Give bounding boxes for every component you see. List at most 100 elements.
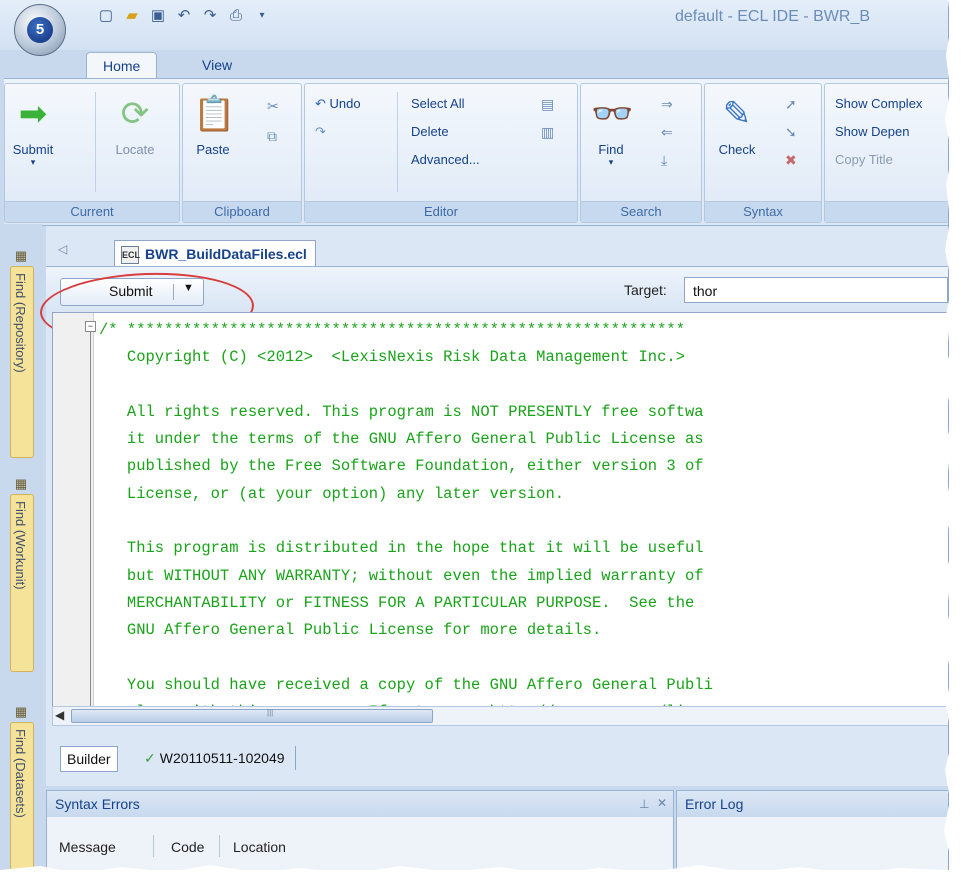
code-line[interactable]: Copyright (C) <2012> <LexisNexis Risk Da… (99, 344, 713, 371)
code-text[interactable]: /* *************************************… (99, 317, 713, 707)
chevron-down-icon[interactable]: ▼ (183, 282, 194, 294)
open-icon[interactable]: ▰ (122, 6, 142, 26)
code-line[interactable] (99, 645, 713, 672)
uncomment-icon[interactable]: ▥ (541, 124, 554, 141)
code-line[interactable] (99, 508, 713, 535)
check-button[interactable]: ✎ Check (713, 94, 761, 157)
column-location[interactable]: Location (233, 839, 286, 855)
dock-tab-find-datasets[interactable]: Find (Datasets) (10, 722, 34, 870)
print-icon[interactable]: ⎙ (226, 6, 246, 26)
find-label: Find (598, 142, 624, 157)
quick-access-toolbar: ▢ ▰ ▣ ↶ ↷ ⎙ ▾ (96, 6, 272, 26)
show-complexity-button[interactable]: Show Complex (835, 96, 922, 111)
tab-bwr-builddatafiles[interactable]: ECL BWR_BuildDataFiles.ecl (114, 240, 316, 267)
advanced-button[interactable]: Advanced... (411, 152, 480, 167)
next-error-icon[interactable]: ➚ (785, 96, 797, 113)
column-code[interactable]: Code (171, 839, 204, 855)
find-next-icon[interactable]: ⇒ (661, 96, 673, 113)
group-label-search: Search (581, 201, 701, 222)
code-editor[interactable]: − /* ***********************************… (52, 312, 948, 708)
application-menu-button[interactable]: 5 (14, 4, 66, 56)
code-line[interactable]: All rights reserved. This program is NOT… (99, 399, 713, 426)
code-line[interactable]: This program is distributed in the hope … (99, 535, 713, 562)
code-line[interactable] (99, 372, 713, 399)
copy-title-button[interactable]: Copy Title (835, 152, 893, 167)
dock-tab-label: Find (Workunit) (13, 501, 28, 590)
close-icon[interactable]: ✕ (657, 796, 667, 810)
group-current: ➡ Submit ▾ ⟳ Locate Current (4, 83, 180, 223)
code-line[interactable]: You should have received a copy of the G… (99, 672, 713, 699)
find-previous-icon[interactable]: ⇐ (661, 124, 673, 141)
undo-icon: ↶ (315, 96, 326, 111)
title-bar: 5 ▢ ▰ ▣ ↶ ↷ ⎙ ▾ default - ECL IDE - BWR_… (0, 0, 948, 56)
checkmark-icon: ✓ (144, 750, 156, 766)
syntax-errors-panel: Syntax Errors ⊥ ✕ Message Code Location (46, 790, 674, 870)
tab-scroll-left-icon[interactable]: ◁ (58, 242, 67, 256)
redo-button[interactable]: ↷ (315, 124, 326, 140)
code-line[interactable]: /* *************************************… (99, 317, 713, 344)
split-divider (173, 284, 174, 300)
group-editor: ↶ Undo ↷ Select All Delete Advanced... ▤… (304, 83, 578, 223)
undo-button[interactable]: ↶ Undo (315, 96, 361, 112)
select-all-button[interactable]: Select All (411, 96, 464, 111)
code-line[interactable]: but WITHOUT ANY WARRANTY; without even t… (99, 563, 713, 590)
tab-builder[interactable]: Builder (60, 746, 118, 772)
tab-view[interactable]: View (186, 52, 248, 78)
column-message[interactable]: Message (59, 839, 116, 855)
code-line[interactable]: License, or (at your option) any later v… (99, 481, 713, 508)
dock-tab-find-repository[interactable]: Find (Repository) (10, 266, 34, 458)
divider (95, 92, 96, 192)
target-select[interactable]: thor (684, 277, 948, 303)
tab-home[interactable]: Home (86, 52, 158, 79)
divider (397, 92, 398, 192)
copy-icon[interactable]: ⧉ (267, 128, 277, 145)
code-line[interactable]: MERCHANTABILITY or FITNESS FOR A PARTICU… (99, 590, 713, 617)
undo-label: Undo (329, 96, 361, 111)
scroll-left-icon[interactable]: ◀ (55, 708, 64, 722)
pin-icon[interactable]: ⊥ (639, 797, 649, 811)
save-icon[interactable]: ▣ (148, 6, 168, 26)
undo-icon[interactable]: ↶ (174, 6, 194, 26)
locate-button[interactable]: ⟳ Locate (111, 94, 159, 157)
code-line[interactable]: it under the terms of the GNU Affero Gen… (99, 426, 713, 453)
clear-errors-icon[interactable]: ✖ (785, 152, 797, 169)
dock-tab-find-workunit[interactable]: Find (Workunit) (10, 494, 34, 672)
tab-workunit[interactable]: ✓ W20110511-102049 (140, 746, 296, 770)
dropdown-icon[interactable]: ▾ (252, 6, 272, 26)
ribbon: ➡ Submit ▾ ⟳ Locate Current 📋 Paste ✂ ⧉ … (4, 78, 948, 226)
submit-ribbon-label: Submit (12, 142, 54, 157)
group-label-current: Current (5, 201, 179, 222)
fold-toggle-icon[interactable]: − (85, 321, 96, 332)
locate-label: Locate (115, 142, 155, 157)
redo-icon[interactable]: ↷ (200, 6, 220, 26)
new-icon[interactable]: ▢ (96, 6, 116, 26)
arrow-right-icon: ➡ (18, 95, 48, 133)
code-line[interactable]: published by the Free Software Foundatio… (99, 453, 713, 480)
dock-tab-label: Find (Repository) (13, 273, 28, 373)
target-label: Target: (624, 282, 667, 298)
paste-button[interactable]: 📋 Paste (189, 94, 237, 157)
document-area: ◁ ECL BWR_BuildDataFiles.ecl Submit ▼ Ta… (38, 226, 948, 786)
submit-split-button[interactable]: Submit ▼ (60, 278, 204, 306)
app-orb-badge: 5 (27, 17, 53, 43)
goto-line-icon[interactable]: ⤓ (661, 152, 667, 169)
find-button[interactable]: 👓 Find ▾ (587, 94, 635, 168)
horizontal-scrollbar[interactable]: ◀ ||| (52, 706, 948, 726)
previous-error-icon[interactable]: ➘ (785, 124, 797, 141)
group-label-syntax: Syntax (705, 201, 821, 222)
document-tab-label: BWR_BuildDataFiles.ecl (145, 246, 307, 262)
code-line[interactable]: GNU Affero General Public License for mo… (99, 617, 713, 644)
workunit-label: W20110511-102049 (159, 750, 285, 766)
group-clipboard: 📋 Paste ✂ ⧉ Clipboard (182, 83, 302, 223)
comment-icon[interactable]: ▤ (541, 96, 554, 113)
cut-icon[interactable]: ✂ (267, 98, 279, 115)
binoculars-icon: 👓 (591, 95, 634, 133)
error-log-panel: Error Log (676, 790, 948, 870)
submit-ribbon-button[interactable]: ➡ Submit ▾ (9, 94, 57, 168)
show-dependency-button[interactable]: Show Depen (835, 124, 909, 139)
delete-button[interactable]: Delete (411, 124, 449, 139)
ecl-file-icon: ECL (121, 246, 140, 264)
datasets-icon: ▦ (14, 704, 28, 719)
fold-line (90, 332, 91, 707)
scroll-thumb[interactable] (71, 709, 433, 723)
